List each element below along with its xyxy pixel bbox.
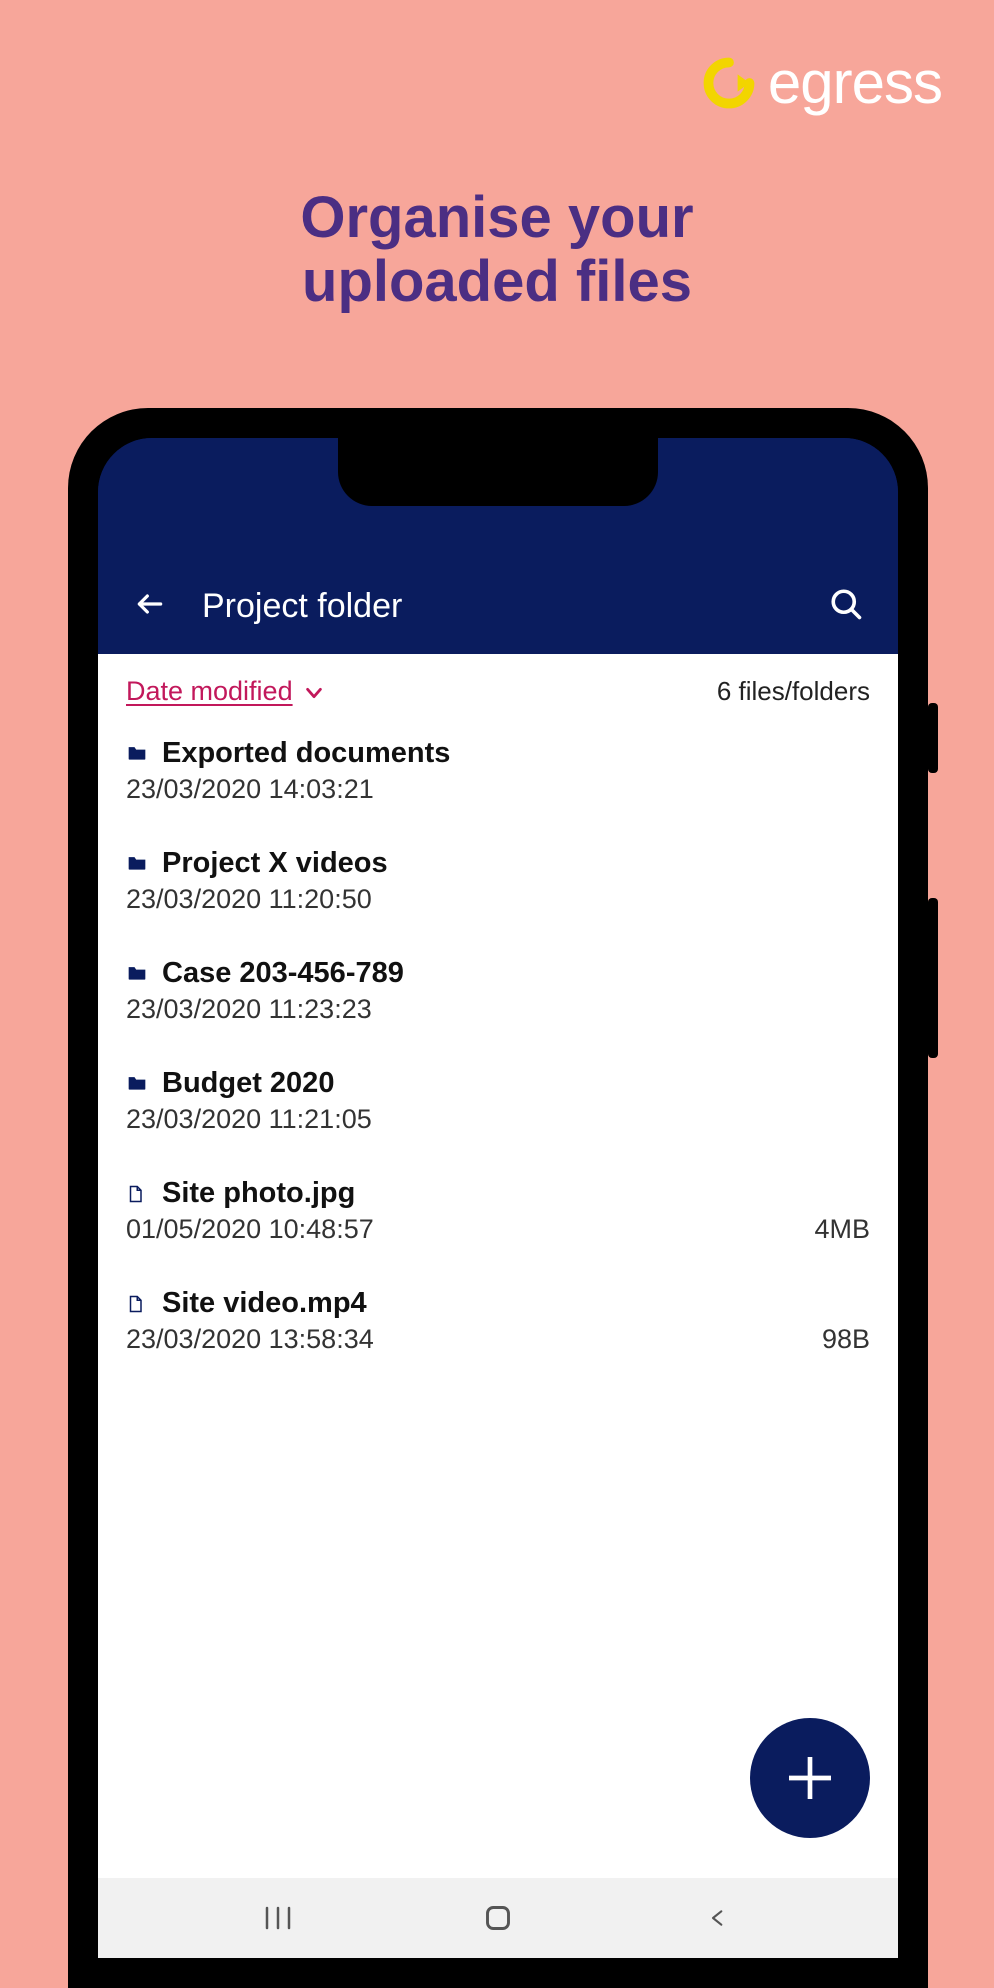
phone-notch bbox=[338, 438, 658, 506]
file-list-panel: Date modified 6 files/folders Exported d… bbox=[98, 654, 898, 1878]
chevron-down-icon bbox=[303, 682, 325, 704]
sort-label: Date modified bbox=[126, 676, 293, 707]
file-icon bbox=[126, 1293, 148, 1315]
item-name: Case 203-456-789 bbox=[162, 957, 404, 990]
folder-icon bbox=[126, 743, 148, 765]
item-name: Project X videos bbox=[162, 847, 388, 880]
list-item[interactable]: Budget 2020 23/03/2020 11:21:05 bbox=[126, 1053, 870, 1163]
home-icon bbox=[484, 1904, 512, 1932]
brand-name: egress bbox=[768, 48, 942, 117]
item-name: Budget 2020 bbox=[162, 1067, 334, 1100]
headline-line2: uploaded files bbox=[0, 250, 994, 314]
item-date: 01/05/2020 10:48:57 bbox=[126, 1214, 374, 1245]
arrow-left-icon bbox=[134, 588, 166, 620]
add-button[interactable] bbox=[750, 1718, 870, 1838]
sort-bar: Date modified 6 files/folders bbox=[126, 676, 870, 707]
phone-power-button bbox=[928, 703, 938, 773]
item-date: 23/03/2020 11:20:50 bbox=[126, 884, 372, 915]
file-count: 6 files/folders bbox=[717, 676, 870, 707]
item-date: 23/03/2020 11:23:23 bbox=[126, 994, 372, 1025]
promo-headline: Organise your uploaded files bbox=[0, 186, 994, 314]
nav-recent-button[interactable] bbox=[248, 1898, 308, 1938]
phone-frame: Project folder Date modified 6 files/fol… bbox=[68, 408, 928, 1988]
item-size: 4MB bbox=[814, 1214, 870, 1245]
folder-icon bbox=[126, 1073, 148, 1095]
item-name: Site video.mp4 bbox=[162, 1287, 367, 1320]
list-item[interactable]: Project X videos 23/03/2020 11:20:50 bbox=[126, 833, 870, 943]
search-button[interactable] bbox=[824, 582, 868, 626]
folder-icon bbox=[126, 853, 148, 875]
item-name: Exported documents bbox=[162, 737, 450, 770]
brand-logo: egress bbox=[702, 48, 942, 117]
plus-icon bbox=[782, 1750, 838, 1806]
android-nav-bar bbox=[98, 1878, 898, 1958]
list-item[interactable]: Exported documents 23/03/2020 14:03:21 bbox=[126, 723, 870, 833]
search-icon bbox=[828, 586, 864, 622]
back-button[interactable] bbox=[128, 582, 172, 626]
item-name: Site photo.jpg bbox=[162, 1177, 355, 1210]
item-date: 23/03/2020 13:58:34 bbox=[126, 1324, 374, 1355]
egress-logo-icon bbox=[702, 56, 756, 110]
nav-home-button[interactable] bbox=[468, 1898, 528, 1938]
page-title: Project folder bbox=[202, 587, 824, 626]
nav-back-button[interactable] bbox=[688, 1898, 748, 1938]
list-item[interactable]: Site video.mp4 23/03/2020 13:58:34 98B bbox=[126, 1273, 870, 1383]
phone-volume-button bbox=[928, 898, 938, 1058]
folder-icon bbox=[126, 963, 148, 985]
list-item[interactable]: Case 203-456-789 23/03/2020 11:23:23 bbox=[126, 943, 870, 1053]
list-item[interactable]: Site photo.jpg 01/05/2020 10:48:57 4MB bbox=[126, 1163, 870, 1273]
item-size: 98B bbox=[822, 1324, 870, 1355]
chevron-left-icon bbox=[708, 1904, 728, 1932]
item-date: 23/03/2020 14:03:21 bbox=[126, 774, 374, 805]
sort-dropdown[interactable]: Date modified bbox=[126, 676, 325, 707]
headline-line1: Organise your bbox=[0, 186, 994, 250]
recent-icon bbox=[263, 1906, 293, 1930]
phone-screen: Project folder Date modified 6 files/fol… bbox=[98, 438, 898, 1958]
file-icon bbox=[126, 1183, 148, 1205]
item-date: 23/03/2020 11:21:05 bbox=[126, 1104, 372, 1135]
